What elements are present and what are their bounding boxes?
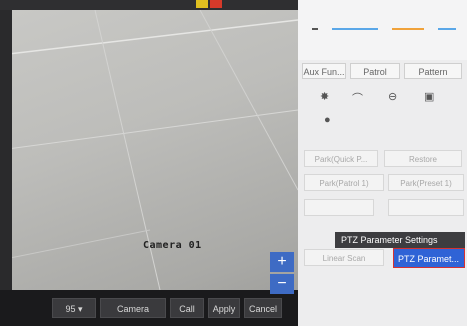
linear-scan-button[interactable]: Linear Scan [304, 249, 384, 266]
wiper-icon[interactable]: ⌒ [352, 90, 363, 106]
ptz-settings-tooltip: PTZ Parameter Settings [335, 232, 465, 248]
cancel-button[interactable]: Cancel [244, 298, 282, 318]
floor-tile-lines [0, 9, 298, 291]
ptz-control-panel: Aux Fun... Patrol Pattern ✸ ⌒ ⊖ ▣ ● Park… [298, 0, 467, 326]
light-icon[interactable]: ✸ [320, 90, 329, 103]
restore-button[interactable]: Restore [384, 150, 462, 167]
frame-left-edge [0, 0, 12, 326]
hidden-option-button[interactable] [304, 199, 374, 216]
iris-slider[interactable] [438, 28, 456, 30]
call-button[interactable]: Call [170, 298, 204, 318]
tab-aux-function[interactable]: Aux Fun... [302, 63, 346, 79]
status-indicator-red [210, 0, 222, 8]
hidden-option-button-2[interactable] [388, 199, 464, 216]
park-preset-button[interactable]: Park(Preset 1) [388, 174, 464, 191]
slider-minus-icon[interactable] [312, 28, 318, 30]
park-patrol-button[interactable]: Park(Patrol 1) [304, 174, 384, 191]
panel-header [298, 0, 467, 60]
apply-button[interactable]: Apply [208, 298, 240, 318]
speed-slider[interactable] [332, 28, 378, 30]
park-quick-patrol-button[interactable]: Park(Quick P... [304, 150, 378, 167]
camera-osd-label: Camera 01 [143, 240, 202, 251]
chevron-down-icon: ▾ [78, 304, 83, 314]
preset-toolbar: 95 ▾ Camera Call Apply Cancel [52, 298, 294, 318]
camera-button[interactable]: Camera [100, 298, 166, 318]
zoom-area-icon[interactable]: ⊖ [388, 90, 397, 103]
focus-area-icon[interactable]: ▣ [424, 90, 434, 103]
tab-patrol[interactable]: Patrol [350, 63, 400, 79]
camera-live-view[interactable]: Camera 01 [0, 0, 298, 326]
preset-number-select[interactable]: 95 ▾ [52, 298, 96, 318]
preset-number-value: 95 [65, 304, 76, 314]
tab-pattern[interactable]: Pattern [404, 63, 462, 79]
zoom-out-button[interactable]: − [270, 274, 294, 294]
focus-slider[interactable] [392, 28, 424, 30]
status-indicator-yellow [196, 0, 208, 8]
zoom-in-button[interactable]: + [270, 252, 294, 272]
ptz-parameter-button[interactable]: PTZ Paramet... [393, 248, 465, 268]
frame-top-edge [0, 0, 298, 10]
heater-icon[interactable]: ● [324, 114, 331, 126]
